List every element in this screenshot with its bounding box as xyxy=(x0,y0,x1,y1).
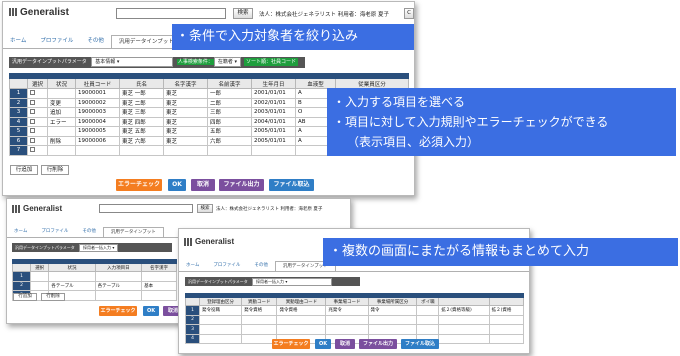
col-grade2 xyxy=(488,297,525,306)
ok-button[interactable]: OK xyxy=(143,306,159,316)
tab-home[interactable]: ホーム xyxy=(3,35,33,49)
search-button[interactable]: 検索 xyxy=(233,8,253,19)
col-sei: 名字漢字 xyxy=(141,263,177,272)
tab-other[interactable]: その他 xyxy=(80,35,111,49)
col-grade xyxy=(438,297,490,306)
col-site-dept: 事業場所属区分 xyxy=(367,297,418,306)
corner-cell xyxy=(9,78,28,89)
table-row[interactable]: 2 xyxy=(185,314,525,325)
parameter-bar: 汎用データインプットパラメータ 採用者一括入力 ▾ xyxy=(185,277,360,286)
grid-icon xyxy=(9,8,17,17)
table-row[interactable]: 2 各テーブル 各テーブル 基本 xyxy=(12,280,177,291)
col-code: 社員コード xyxy=(75,78,120,89)
parameter-select[interactable]: 採用者一括入力 ▾ xyxy=(79,244,119,252)
error-check-button[interactable]: エラーチェック xyxy=(99,306,137,316)
col-position: ポイ職 xyxy=(416,297,440,306)
row-checkbox[interactable] xyxy=(30,147,35,153)
row-checkbox[interactable] xyxy=(30,90,35,96)
col-sei: 名字漢字 xyxy=(163,78,208,89)
col-dob: 生年月日 xyxy=(251,78,296,89)
add-row-button[interactable]: 行追加 xyxy=(13,293,37,301)
cancel-button[interactable]: 取消 xyxy=(335,339,355,349)
tab-bar: ホーム プロファイル その他 汎用データインプット xyxy=(3,35,182,49)
col-select: 選択 xyxy=(29,263,50,272)
error-check-button[interactable]: エラーチェック xyxy=(116,179,162,191)
add-row-button[interactable]: 行追加 xyxy=(10,165,38,175)
file-import-button[interactable]: ファイル取込 xyxy=(401,339,439,349)
row-checkbox[interactable] xyxy=(30,109,35,115)
table-row[interactable]: 1 xyxy=(12,271,177,282)
file-export-button[interactable]: ファイル出力 xyxy=(359,339,397,349)
table-row[interactable]: 3 xyxy=(185,324,525,335)
col-input-date: 入力項目日 xyxy=(94,263,143,272)
delete-row-button[interactable]: 行削除 xyxy=(41,165,69,175)
parameter-select[interactable]: 採用者一括入力 ▾ xyxy=(252,278,333,286)
tab-divider xyxy=(179,271,529,272)
callout-filter: ・条件で入力対象者を絞り込み xyxy=(172,24,414,50)
app-logo: Generalist xyxy=(9,7,69,18)
parameter-select[interactable]: 基本情報 ▾ xyxy=(91,57,174,67)
col-transfer-code: 異動コード xyxy=(241,297,278,306)
col-blood: 血液型 xyxy=(295,78,336,89)
search-input[interactable] xyxy=(116,8,226,19)
condition-label: 人事検索条件： xyxy=(176,59,214,65)
app-logo: Generalist xyxy=(184,237,234,246)
delete-row-button[interactable]: 行削除 xyxy=(41,293,65,301)
search-button[interactable]: 検索 xyxy=(197,204,213,213)
col-reason-type: 登録理由区分 xyxy=(198,297,243,306)
col-mei: 名前漢字 xyxy=(207,78,252,89)
col-emp-type: 従業員区分 xyxy=(335,78,409,89)
table-row[interactable]: 3 xyxy=(12,290,177,301)
col-transfer-reason: 異動理由コード xyxy=(276,297,327,306)
ok-button[interactable]: OK xyxy=(168,179,186,191)
file-export-button[interactable]: ファイル出力 xyxy=(219,179,264,191)
table-row[interactable]: 1 発令役職 発令資格 発令資格 兆発令 発令 拡２(資格等級) 拡２(資格 xyxy=(185,305,525,316)
corner-cell xyxy=(12,263,31,272)
error-check-button[interactable]: エラーチェック xyxy=(272,339,310,349)
ok-button[interactable]: OK xyxy=(315,339,331,349)
search-input[interactable] xyxy=(99,204,193,213)
corp-label: 法人：株式会社ジェネラリスト 利用者：海老原 夏子 xyxy=(216,207,323,212)
grid-icon xyxy=(184,237,192,246)
app-logo: Generalist xyxy=(12,204,62,213)
callout-multi-screen: ・複数の画面にまたがる情報もまとめて入力 xyxy=(323,238,678,266)
sort-tag: ソート順：社員コード xyxy=(244,58,299,66)
condition-select[interactable]: 在籍者 ▾ xyxy=(213,57,242,67)
row-checkbox[interactable] xyxy=(30,118,35,124)
parameter-bar: 汎用データインプットパラメータ 基本情報 ▾ 人事検索条件： 在籍者 ▾ ソート順：… xyxy=(9,57,305,68)
col-select: 選択 xyxy=(27,78,48,89)
col-site-code: 事業場コード xyxy=(325,297,369,306)
settings-button[interactable]: C xyxy=(404,8,414,19)
col-status: 状況 xyxy=(47,78,76,89)
col-status: 状況 xyxy=(48,263,96,272)
row-checkbox[interactable] xyxy=(30,137,35,143)
corner-cell xyxy=(185,297,200,306)
tab-profile[interactable]: プロファイル xyxy=(33,35,80,49)
transfer-table: 登録理由区分 異動コード 異動理由コード 事業場コード 事業場所属区分 ポイ職 … xyxy=(185,293,525,344)
callout-select-items: ・入力する項目を選べる ・項目に対して入力規則やエラーチェックができる （表示項… xyxy=(327,88,676,156)
col-name: 氏名 xyxy=(119,78,164,89)
grid-icon xyxy=(12,204,20,213)
parameter-bar: 汎用データインプットパラメータ 採用者一括入力 ▾ xyxy=(12,243,172,252)
corp-label: 法人：株式会社ジェネラリスト 利用者：海老原 夏子 xyxy=(259,12,390,18)
row-checkbox[interactable] xyxy=(30,128,35,134)
row-checkbox[interactable] xyxy=(30,99,35,105)
file-import-button[interactable]: ファイル取込 xyxy=(269,179,314,191)
cancel-button[interactable]: 取消 xyxy=(191,179,215,191)
